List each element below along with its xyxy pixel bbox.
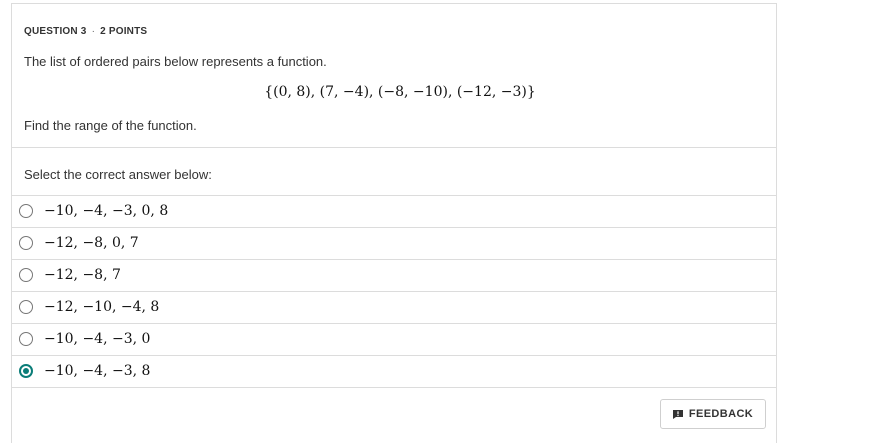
answer-option-label: −12, −8, 0, 7 [44,235,139,251]
radio-button-selected[interactable] [19,364,33,378]
radio-button[interactable] [19,236,33,250]
answer-instruction: Select the correct answer below: [24,167,212,182]
meta-separator: · [91,26,96,37]
ordered-pairs: {(0, 8), (7, −4), (−8, −10), (−12, −3)} [264,84,536,100]
answer-option-2[interactable]: −12, −8, 0, 7 [12,228,776,260]
radio-button[interactable] [19,268,33,282]
comment-icon [672,409,683,419]
radio-button[interactable] [19,332,33,346]
answer-option-label: −12, −10, −4, 8 [44,299,160,315]
question-number: QUESTION 3 [24,26,87,37]
question-task: Find the range of the function. [24,118,197,133]
question-header: QUESTION 3 · 2 POINTS The list of ordered … [12,4,776,148]
radio-button[interactable] [19,300,33,314]
feedback-button[interactable]: FEEDBACK [660,399,766,429]
answer-option-label: −10, −4, −3, 8 [44,363,151,379]
answer-option-label: −10, −4, −3, 0 [44,331,151,347]
answer-option-1[interactable]: −10, −4, −3, 0, 8 [12,196,776,228]
answer-option-4[interactable]: −12, −10, −4, 8 [12,292,776,324]
answer-option-label: −12, −8, 7 [44,267,121,283]
radio-button[interactable] [19,204,33,218]
question-meta: QUESTION 3 · 2 POINTS [24,26,147,37]
answer-option-3[interactable]: −12, −8, 7 [12,260,776,292]
question-card: QUESTION 3 · 2 POINTS The list of ordered … [11,3,777,443]
feedback-label: FEEDBACK [688,408,754,420]
answer-option-label: −10, −4, −3, 0, 8 [44,203,169,219]
question-prompt: The list of ordered pairs below represen… [24,54,327,69]
answer-option-6[interactable]: −10, −4, −3, 8 [12,356,776,388]
answer-options: −10, −4, −3, 0, 8 −12, −8, 0, 7 −12, −8,… [12,196,776,388]
answer-option-5[interactable]: −10, −4, −3, 0 [12,324,776,356]
question-points: 2 POINTS [100,26,148,37]
